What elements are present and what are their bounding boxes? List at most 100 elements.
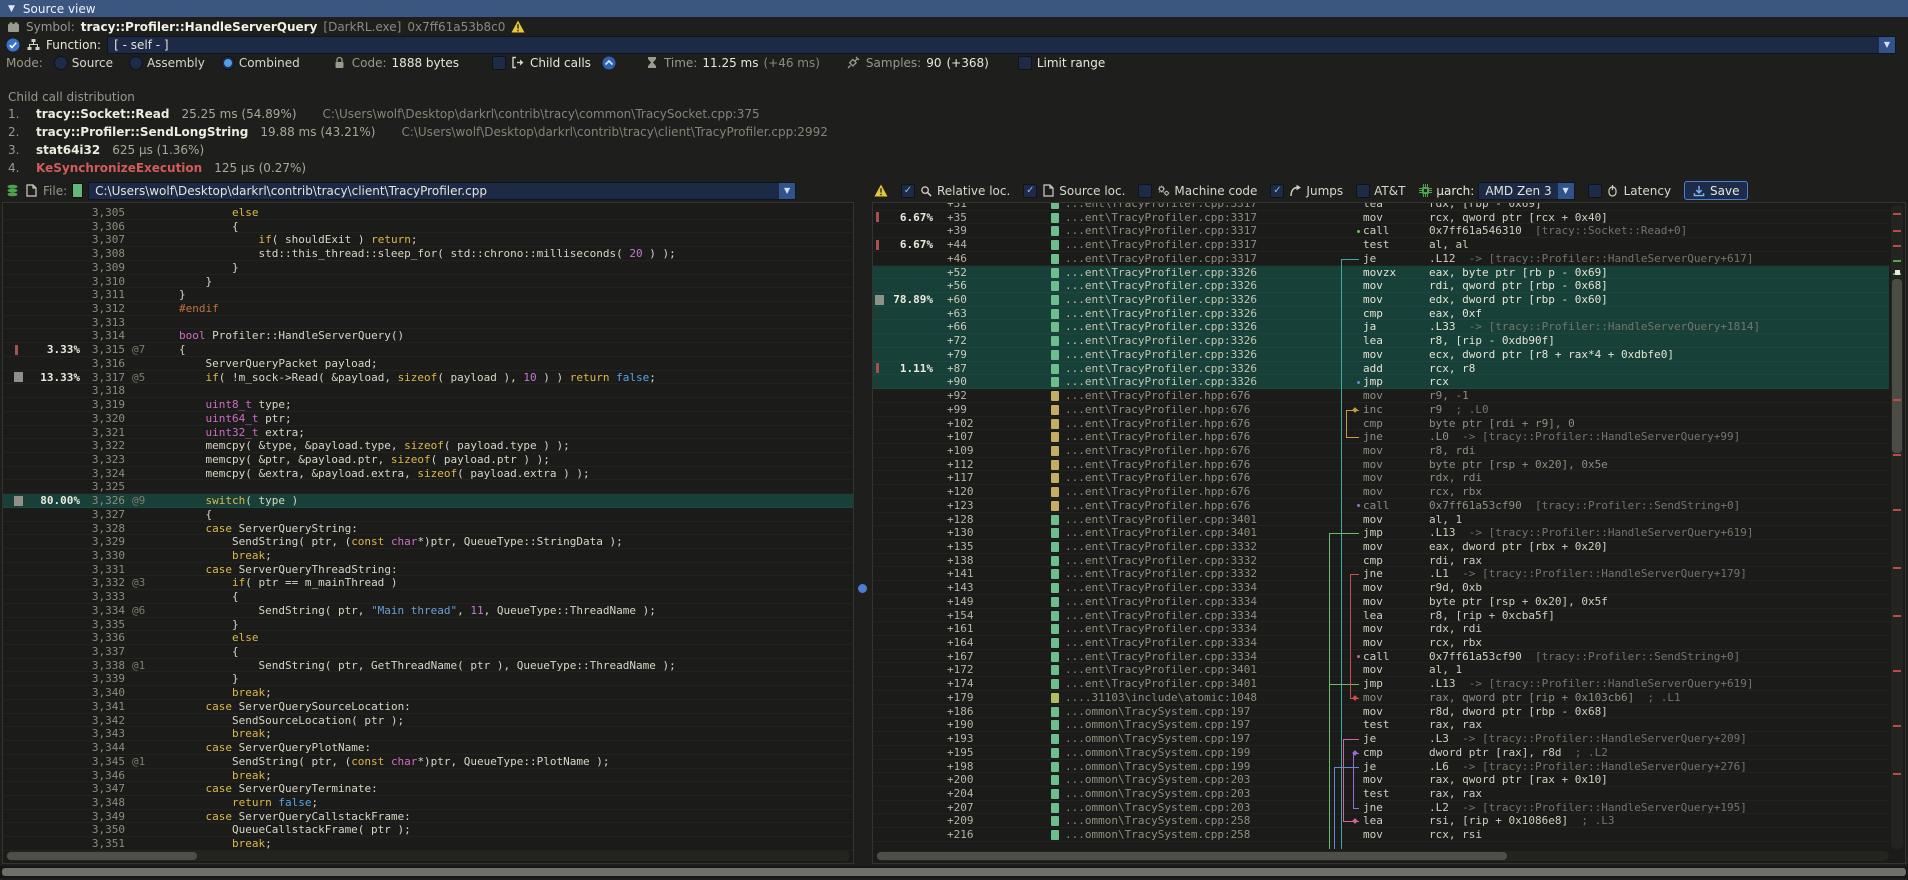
source-row[interactable]: 3,316 ServerQueryPacket payload; bbox=[3, 357, 853, 371]
splitter-grip[interactable] bbox=[858, 584, 867, 593]
scrollbar-thumb[interactable] bbox=[1892, 279, 1902, 453]
source-row[interactable]: 3,339 } bbox=[3, 672, 853, 686]
source-location[interactable]: ...ent\TracyProfiler.hpp:676 bbox=[1065, 389, 1250, 403]
assembly-row[interactable]: +107...ent\TracyProfiler.hpp:676jne.L0 -… bbox=[873, 430, 1889, 444]
source-row[interactable]: 3,350 QueueCallstackFrame( ptr ); bbox=[3, 823, 853, 837]
chevron-down-icon[interactable]: ▼ bbox=[1879, 37, 1895, 53]
assembly-row[interactable]: +102...ent\TracyProfiler.hpp:676cmpbyte … bbox=[873, 417, 1889, 431]
source-location[interactable]: ...ent\TracyProfiler.cpp:3317 bbox=[1065, 203, 1257, 211]
function-select[interactable]: [ - self - ] ▼ bbox=[107, 36, 1896, 54]
uarch-select[interactable]: AMD Zen 3▼ bbox=[1478, 182, 1574, 200]
source-row[interactable]: 3,331 case ServerQueryThreadString: bbox=[3, 563, 853, 577]
function-checkbox[interactable] bbox=[6, 38, 20, 52]
scrollbar-thumb[interactable] bbox=[7, 852, 197, 860]
assembly-row[interactable]: +161...ent\TracyProfiler.cpp:3334movrdx,… bbox=[873, 622, 1889, 636]
assembly-row[interactable]: +130...ent\TracyProfiler.cpp:3401jmp.L13… bbox=[873, 526, 1889, 540]
source-row[interactable]: 3,324 memcpy( &extra, &payload.extra, si… bbox=[3, 467, 853, 481]
source-location[interactable]: ...ent\TracyProfiler.cpp:3401 bbox=[1065, 663, 1257, 677]
assembly-row[interactable]: +204...ommon\TracySystem.cpp:203testrax,… bbox=[873, 787, 1889, 801]
source-row[interactable]: 3,328 case ServerQueryString: bbox=[3, 522, 853, 536]
source-row[interactable]: 3,333 { bbox=[3, 590, 853, 604]
source-row[interactable]: 3,332@3 if( ptr == m_mainThread ) bbox=[3, 576, 853, 590]
assembly-row[interactable]: +186...ommon\TracySystem.cpp:197movr8d, … bbox=[873, 705, 1889, 719]
assembly-hscrollbar[interactable] bbox=[876, 851, 1889, 861]
source-location[interactable]: ...ent\TracyProfiler.cpp:3317 bbox=[1065, 211, 1257, 225]
source-location[interactable]: ...ommon\TracySystem.cpp:199 bbox=[1065, 746, 1250, 760]
assembly-row[interactable]: +216...ommon\TracySystem.cpp:258movrcx, … bbox=[873, 828, 1889, 842]
source-row[interactable]: 3,314bool Profiler::HandleServerQuery() bbox=[3, 329, 853, 343]
assembly-row[interactable]: +154...ent\TracyProfiler.cpp:3334lear8, … bbox=[873, 609, 1889, 623]
chevron-down-icon[interactable]: ▼ bbox=[779, 183, 795, 199]
assembly-row[interactable]: +90...ent\TracyProfiler.cpp:3326jmprcx bbox=[873, 375, 1889, 389]
source-row[interactable]: 3,322 memcpy( &type, &payload.type, size… bbox=[3, 439, 853, 453]
source-location[interactable]: ...ent\TracyProfiler.cpp:3334 bbox=[1065, 622, 1257, 636]
source-location[interactable]: ...ent\TracyProfiler.cpp:3401 bbox=[1065, 513, 1257, 527]
source-row[interactable]: 3,348 return false; bbox=[3, 796, 853, 810]
assembly-row[interactable]: +123...ent\TracyProfiler.hpp:676call0x7f… bbox=[873, 499, 1889, 513]
assembly-row[interactable]: +209...ommon\TracySystem.cpp:258learsi, … bbox=[873, 814, 1889, 828]
toggle-relative-loc-[interactable]: Relative loc. bbox=[901, 184, 1010, 198]
source-row[interactable]: 3,349 case ServerQueryCallstackFrame: bbox=[3, 810, 853, 824]
source-location[interactable]: ...ommon\TracySystem.cpp:258 bbox=[1065, 814, 1250, 828]
source-location[interactable]: ...ent\TracyProfiler.cpp:3317 bbox=[1065, 252, 1257, 266]
source-row[interactable]: 3,347 case ServerQueryTerminate: bbox=[3, 782, 853, 796]
mode-option-combined[interactable]: Combined bbox=[221, 56, 300, 70]
assembly-row[interactable]: +120...ent\TracyProfiler.hpp:676movrcx, … bbox=[873, 485, 1889, 499]
assembly-row[interactable]: +128...ent\TracyProfiler.cpp:3401moval, … bbox=[873, 513, 1889, 527]
source-row[interactable]: 3,335 } bbox=[3, 618, 853, 632]
source-row[interactable]: 3,329 SendString( ptr, (const char*)ptr,… bbox=[3, 535, 853, 549]
scrollbar-thumb[interactable] bbox=[877, 852, 1507, 860]
assembly-row[interactable]: +141...ent\TracyProfiler.cpp:3332jne.L1 … bbox=[873, 567, 1889, 581]
source-row[interactable]: 3,338@1 SendString( ptr, GetThreadName( … bbox=[3, 659, 853, 673]
source-location[interactable]: ...ent\TracyProfiler.cpp:3326 bbox=[1065, 375, 1257, 389]
assembly-row[interactable]: +72...ent\TracyProfiler.cpp:3326lear8, [… bbox=[873, 334, 1889, 348]
assembly-row[interactable]: 6.67%+44...ent\TracyProfiler.cpp:3317tes… bbox=[873, 238, 1889, 252]
source-location[interactable]: ...ent\TracyProfiler.cpp:3326 bbox=[1065, 266, 1257, 280]
source-location[interactable]: ...ent\TracyProfiler.hpp:676 bbox=[1065, 485, 1250, 499]
source-location[interactable]: ...ommon\TracySystem.cpp:197 bbox=[1065, 705, 1250, 719]
source-location[interactable]: ...ent\TracyProfiler.hpp:676 bbox=[1065, 458, 1250, 472]
child-calls-checkbox[interactable] bbox=[492, 56, 506, 70]
source-row[interactable]: 3,321 uint32_t extra; bbox=[3, 426, 853, 440]
assembly-row[interactable]: +193...ommon\TracySystem.cpp:197je.L3 ->… bbox=[873, 732, 1889, 746]
window-hscrollbar[interactable] bbox=[0, 866, 1908, 878]
assembly-row[interactable]: +138...ent\TracyProfiler.cpp:3332cmprdi,… bbox=[873, 554, 1889, 568]
assembly-row[interactable]: +63...ent\TracyProfiler.cpp:3326cmpeax, … bbox=[873, 307, 1889, 321]
assembly-row[interactable]: +200...ommon\TracySystem.cpp:203movrax, … bbox=[873, 773, 1889, 787]
assembly-row[interactable]: +99...ent\TracyProfiler.hpp:676incr9 ; .… bbox=[873, 403, 1889, 417]
assembly-row[interactable]: +190...ommon\TracySystem.cpp:197testrax,… bbox=[873, 718, 1889, 732]
source-location[interactable]: ...ent\TracyProfiler.cpp:3332 bbox=[1065, 540, 1257, 554]
limit-range-checkbox[interactable] bbox=[1018, 56, 1032, 70]
source-row[interactable]: 3,310 } bbox=[3, 275, 853, 289]
source-location[interactable]: ...ent\TracyProfiler.cpp:3326 bbox=[1065, 293, 1257, 307]
checkbox-icon[interactable] bbox=[1588, 184, 1602, 198]
assembly-row[interactable]: +109...ent\TracyProfiler.hpp:676movr8, r… bbox=[873, 444, 1889, 458]
assembly-vscrollbar[interactable] bbox=[1891, 205, 1903, 849]
source-row[interactable]: 3,306 { bbox=[3, 220, 853, 234]
child-call-item[interactable]: 1.tracy::Socket::Read25.25 ms (54.89%)C:… bbox=[8, 105, 1908, 123]
toggle-source-loc-[interactable]: Source loc. bbox=[1023, 184, 1125, 198]
source-location[interactable]: ...ent\TracyProfiler.cpp:3334 bbox=[1065, 595, 1257, 609]
source-location[interactable]: ...ent\TracyProfiler.hpp:676 bbox=[1065, 444, 1250, 458]
source-location[interactable]: ...ommon\TracySystem.cpp:258 bbox=[1065, 828, 1250, 842]
source-row[interactable]: 3,312#endif bbox=[3, 302, 853, 316]
source-row[interactable]: 3,327 { bbox=[3, 508, 853, 522]
mode-option-assembly[interactable]: Assembly bbox=[129, 56, 205, 70]
source-row[interactable]: 3,341 case ServerQuerySourceLocation: bbox=[3, 700, 853, 714]
source-row[interactable]: 13.33%3,317@5 if( !m_sock->Read( &payloa… bbox=[3, 371, 853, 385]
source-row[interactable]: 3,311} bbox=[3, 288, 853, 302]
source-location[interactable]: ...ent\TracyProfiler.hpp:676 bbox=[1065, 430, 1250, 444]
checkbox-icon[interactable] bbox=[901, 184, 915, 198]
source-row[interactable]: 3,351 break; bbox=[3, 837, 853, 851]
source-row[interactable]: 3,343 break; bbox=[3, 727, 853, 741]
source-location[interactable]: ...ent\TracyProfiler.cpp:3326 bbox=[1065, 320, 1257, 334]
file-select[interactable]: C:\Users\wolf\Desktop\darkrl\contrib\tra… bbox=[88, 182, 796, 200]
child-call-item[interactable]: 4.KeSynchronizeExecution125 μs (0.27%) bbox=[8, 159, 1908, 177]
radio-icon[interactable] bbox=[221, 56, 235, 70]
assembly-row[interactable]: +79...ent\TracyProfiler.cpp:3326movecx, … bbox=[873, 348, 1889, 362]
assembly-row[interactable]: +31...ent\TracyProfiler.cpp:3317leardx, … bbox=[873, 203, 1889, 211]
source-location[interactable]: ...ent\TracyProfiler.cpp:3334 bbox=[1065, 609, 1257, 623]
assembly-row[interactable]: 1.11%+87...ent\TracyProfiler.cpp:3326add… bbox=[873, 362, 1889, 376]
collapse-arrow-icon[interactable]: ▼ bbox=[8, 4, 15, 14]
source-location[interactable]: ...ent\TracyProfiler.cpp:3334 bbox=[1065, 581, 1257, 595]
